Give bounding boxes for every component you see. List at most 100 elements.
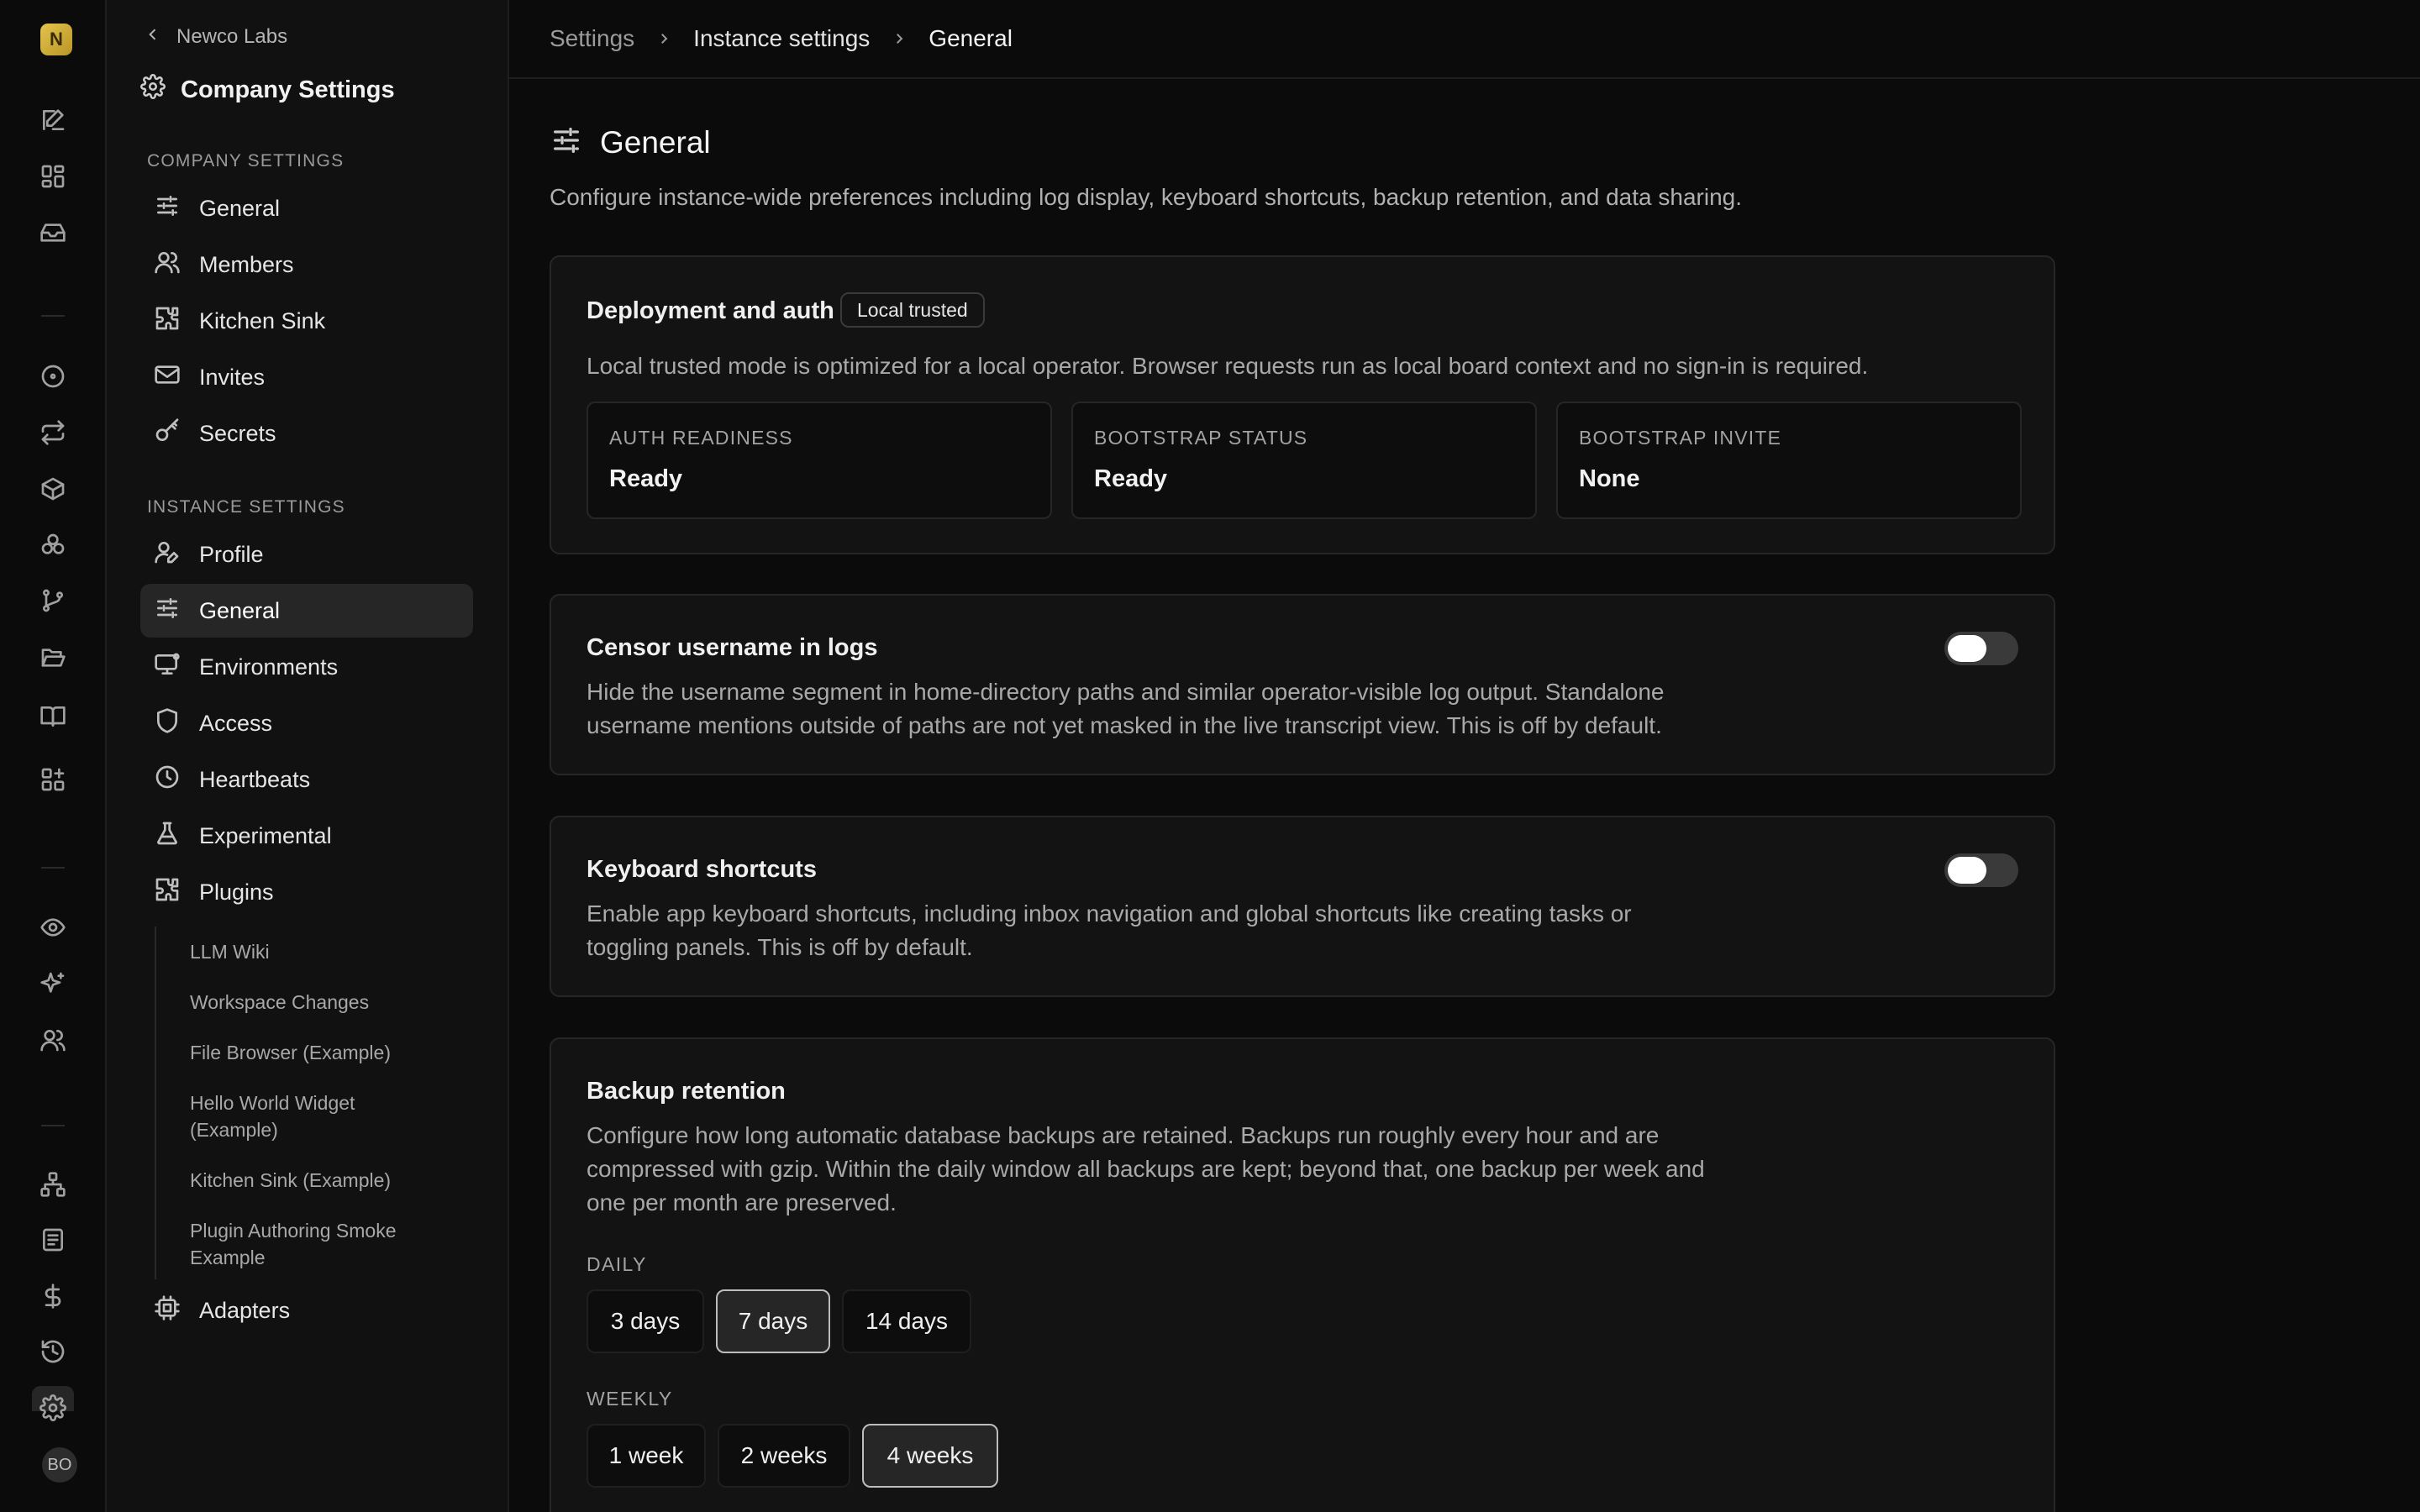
page-header: General (550, 123, 711, 161)
puzzle-grid-icon[interactable] (38, 764, 68, 795)
dollar-icon[interactable] (38, 1281, 68, 1311)
stat-value: Ready (1094, 465, 1168, 492)
sidebar-item-invites[interactable]: Invites (140, 350, 473, 404)
plugin-item-hello-world-widget[interactable]: Hello World Widget (Example) (190, 1089, 408, 1143)
settings-gear-icon[interactable] (38, 1393, 68, 1423)
plugin-tree-line (155, 927, 156, 1279)
auth-readiness-stat: AUTH READINESS Ready (587, 402, 1052, 519)
network-icon[interactable] (38, 1169, 68, 1200)
breadcrumb-instance-settings[interactable]: Instance settings (693, 25, 870, 52)
eye-icon[interactable] (38, 912, 68, 942)
sidebar-item-environments[interactable]: Environments (140, 640, 473, 694)
chevron-right-icon (656, 25, 671, 52)
chevron-left-icon (145, 25, 161, 49)
weekly-option-4-weeks[interactable]: 4 weeks (862, 1424, 998, 1488)
sidebar-item-access[interactable]: Access (140, 696, 473, 750)
breadcrumb-settings[interactable]: Settings (550, 25, 634, 52)
sidebar-item-kitchen-sink[interactable]: Kitchen Sink (140, 294, 473, 348)
sidebar-item-instance-general[interactable]: General (140, 584, 473, 638)
sidebar-item-label: Members (199, 251, 294, 277)
sparkles-icon[interactable] (38, 969, 68, 999)
page-title: General (600, 124, 711, 160)
sidebar-item-heartbeats[interactable]: Heartbeats (140, 753, 473, 806)
new-issue-icon[interactable] (38, 105, 68, 135)
flask-icon (154, 820, 181, 853)
dashboard-icon[interactable] (38, 161, 68, 192)
sidebar-item-label: Secrets (199, 420, 276, 446)
weekly-option-2-weeks[interactable]: 2 weeks (718, 1424, 850, 1488)
backup-retention-card: Backup retention Configure how long auto… (550, 1037, 2055, 1512)
plugin-item-authoring-smoke[interactable]: Plugin Authoring Smoke Example (190, 1217, 442, 1271)
sliders-icon (154, 595, 181, 627)
plugin-item-llm-wiki[interactable]: LLM Wiki (190, 938, 459, 965)
toggle-knob (1948, 857, 1986, 884)
history-icon[interactable] (38, 1336, 68, 1367)
sidebar-item-label: Adapters (199, 1297, 291, 1323)
breadcrumb-current: General (929, 25, 1013, 51)
sidebar-item-experimental[interactable]: Experimental (140, 809, 473, 863)
backup-retention-title: Backup retention (587, 1078, 786, 1105)
sidebar-item-profile[interactable]: Profile (140, 528, 473, 581)
company-section-label: COMPANY SETTINGS (147, 151, 345, 171)
rail-divider (41, 1125, 65, 1126)
inbox-icon[interactable] (38, 218, 68, 248)
folder-open-icon[interactable] (38, 643, 68, 673)
keyboard-shortcuts-card: Keyboard shortcuts Enable app keyboard s… (550, 816, 2055, 997)
sidebar-item-label: Experimental (199, 822, 332, 848)
key-icon (154, 417, 181, 450)
book-open-icon[interactable] (38, 701, 68, 732)
status-badge: Local trusted (840, 292, 985, 328)
package-icon[interactable] (38, 474, 68, 504)
sidebar-item-members[interactable]: Members (140, 238, 473, 291)
users-icon[interactable] (38, 1025, 68, 1055)
document-icon[interactable] (38, 1225, 68, 1255)
plugin-item-file-browser[interactable]: File Browser (Example) (190, 1039, 459, 1066)
sidebar-item-adapters[interactable]: Adapters (140, 1284, 473, 1337)
git-branch-icon[interactable] (38, 585, 68, 616)
sidebar-item-company-general[interactable]: General (140, 181, 473, 235)
sidebar-title-label: Company Settings (181, 76, 395, 103)
gear-icon (140, 74, 166, 106)
monitor-icon (154, 651, 181, 684)
company-logo[interactable]: N (40, 24, 72, 55)
daily-label: DAILY (587, 1253, 647, 1275)
icon-rail: N BO (0, 0, 107, 1512)
keyboard-shortcuts-description: Enable app keyboard shortcuts, including… (587, 900, 1632, 960)
censor-username-toggle[interactable] (1944, 632, 2018, 665)
shield-icon (154, 707, 181, 740)
sidebar-item-secrets[interactable]: Secrets (140, 407, 473, 460)
weekly-label: WEEKLY (587, 1388, 673, 1410)
main-content: Settings Instance settings General Gener… (509, 0, 2420, 1512)
sidebar-item-label: Plugins (199, 879, 274, 905)
sidebar-item-label: Profile (199, 541, 264, 567)
plugin-item-kitchen-sink-example[interactable]: Kitchen Sink (Example) (190, 1167, 459, 1194)
daily-option-7-days[interactable]: 7 days (716, 1289, 830, 1353)
keyboard-shortcuts-title: Keyboard shortcuts (587, 856, 817, 883)
breadcrumb: Settings Instance settings General (509, 0, 2420, 79)
user-avatar[interactable]: BO (42, 1447, 77, 1483)
settings-sidebar: Newco Labs Company Settings COMPANY SETT… (107, 0, 509, 1512)
sidebar-item-label: Environments (199, 654, 339, 680)
boxes-icon[interactable] (38, 530, 68, 560)
plugin-item-workspace-changes[interactable]: Workspace Changes (190, 989, 459, 1016)
repeat-icon[interactable] (38, 417, 68, 448)
daily-option-3-days[interactable]: 3 days (587, 1289, 704, 1353)
mail-icon (154, 361, 181, 394)
circle-dot-icon[interactable] (38, 361, 68, 391)
sidebar-item-plugins[interactable]: Plugins (140, 865, 473, 919)
sidebar-item-label: Invites (199, 364, 266, 390)
stat-value: Ready (609, 465, 683, 492)
bootstrap-status-stat: BOOTSTRAP STATUS Ready (1071, 402, 1537, 519)
page-description: Configure instance-wide preferences incl… (550, 184, 1742, 210)
weekly-option-1-week[interactable]: 1 week (587, 1424, 706, 1488)
sliders-icon (550, 123, 583, 161)
rail-divider (41, 867, 65, 869)
clock-icon (154, 764, 181, 796)
back-to-company-link[interactable]: Newco Labs (145, 25, 287, 49)
backup-retention-description: Configure how long automatic database ba… (587, 1122, 1705, 1215)
censor-username-description: Hide the username segment in home-direct… (587, 679, 1665, 738)
keyboard-shortcuts-toggle[interactable] (1944, 853, 2018, 887)
cpu-icon (154, 1294, 181, 1327)
daily-option-14-days[interactable]: 14 days (842, 1289, 971, 1353)
deployment-auth-description: Local trusted mode is optimized for a lo… (587, 353, 1869, 379)
